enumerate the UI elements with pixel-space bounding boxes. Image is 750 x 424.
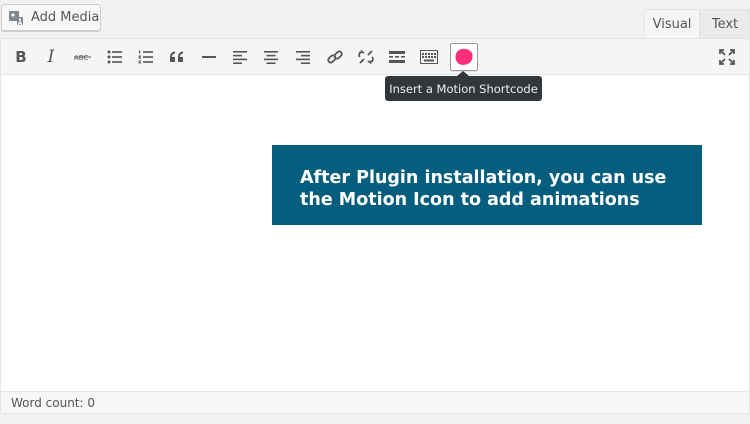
word-count: Word count: 0: [11, 395, 96, 410]
horizontal-line-button[interactable]: [195, 44, 223, 70]
remove-link-button[interactable]: [352, 44, 380, 70]
editor-frame: B I ABC Word count: 0: [0, 38, 750, 414]
tab-text-label: Text: [711, 16, 739, 32]
bulleted-list-button[interactable]: [101, 44, 129, 70]
align-right-button[interactable]: [289, 44, 317, 70]
media-icon: [9, 10, 23, 27]
toolbar-toggle-button[interactable]: [415, 44, 443, 70]
strikethrough-icon: ABC: [74, 54, 91, 62]
motion-shortcode-tooltip: Insert a Motion Shortcode: [385, 76, 542, 101]
editor-content-area[interactable]: [1, 75, 749, 391]
insert-link-icon: [327, 50, 343, 64]
tab-visual-label: Visual: [652, 16, 692, 32]
bold-icon: B: [15, 48, 27, 66]
callout-line-2: the Motion Icon to add animations: [300, 190, 640, 210]
strikethrough-button[interactable]: ABC: [69, 44, 97, 70]
tooltip-text: Insert a Motion Shortcode: [389, 81, 538, 96]
bulleted-list-icon: [107, 50, 122, 64]
bold-button[interactable]: B: [7, 44, 35, 70]
tab-visual[interactable]: Visual: [644, 9, 700, 38]
post-editor: Add Media Visual Text B I ABC Word count…: [0, 0, 750, 424]
instruction-callout: After Plugin installation, you can use t…: [272, 145, 702, 225]
remove-link-icon: [358, 49, 374, 65]
motion-shortcode-icon: [455, 48, 473, 65]
tab-text[interactable]: Text: [700, 9, 750, 38]
svg-text:ABC: ABC: [74, 54, 88, 62]
align-left-button[interactable]: [226, 44, 254, 70]
read-more-icon: [389, 51, 405, 63]
add-media-label: Add Media: [31, 10, 100, 25]
align-left-icon: [233, 50, 247, 64]
toolbar-toggle-icon: [420, 50, 438, 64]
formatting-toolbar: B I ABC: [1, 39, 749, 75]
fullscreen-button[interactable]: [713, 44, 741, 70]
fullscreen-icon: [719, 49, 735, 65]
numbered-list-button[interactable]: [132, 44, 160, 70]
blockquote-button[interactable]: [163, 44, 191, 70]
motion-shortcode-button[interactable]: [450, 43, 478, 71]
read-more-button[interactable]: [383, 44, 411, 70]
insert-link-button[interactable]: [321, 44, 349, 70]
horizontal-line-icon: [202, 56, 216, 58]
callout-line-1: After Plugin installation, you can use: [300, 168, 667, 188]
italic-icon: I: [47, 47, 55, 67]
status-bar: Word count: 0: [1, 391, 749, 413]
align-center-button[interactable]: [257, 44, 285, 70]
add-media-button[interactable]: Add Media: [1, 4, 101, 31]
align-center-icon: [264, 50, 278, 64]
italic-button[interactable]: I: [37, 44, 65, 70]
numbered-list-icon: [138, 50, 153, 64]
align-right-icon: [296, 50, 310, 64]
blockquote-icon: [170, 51, 183, 62]
